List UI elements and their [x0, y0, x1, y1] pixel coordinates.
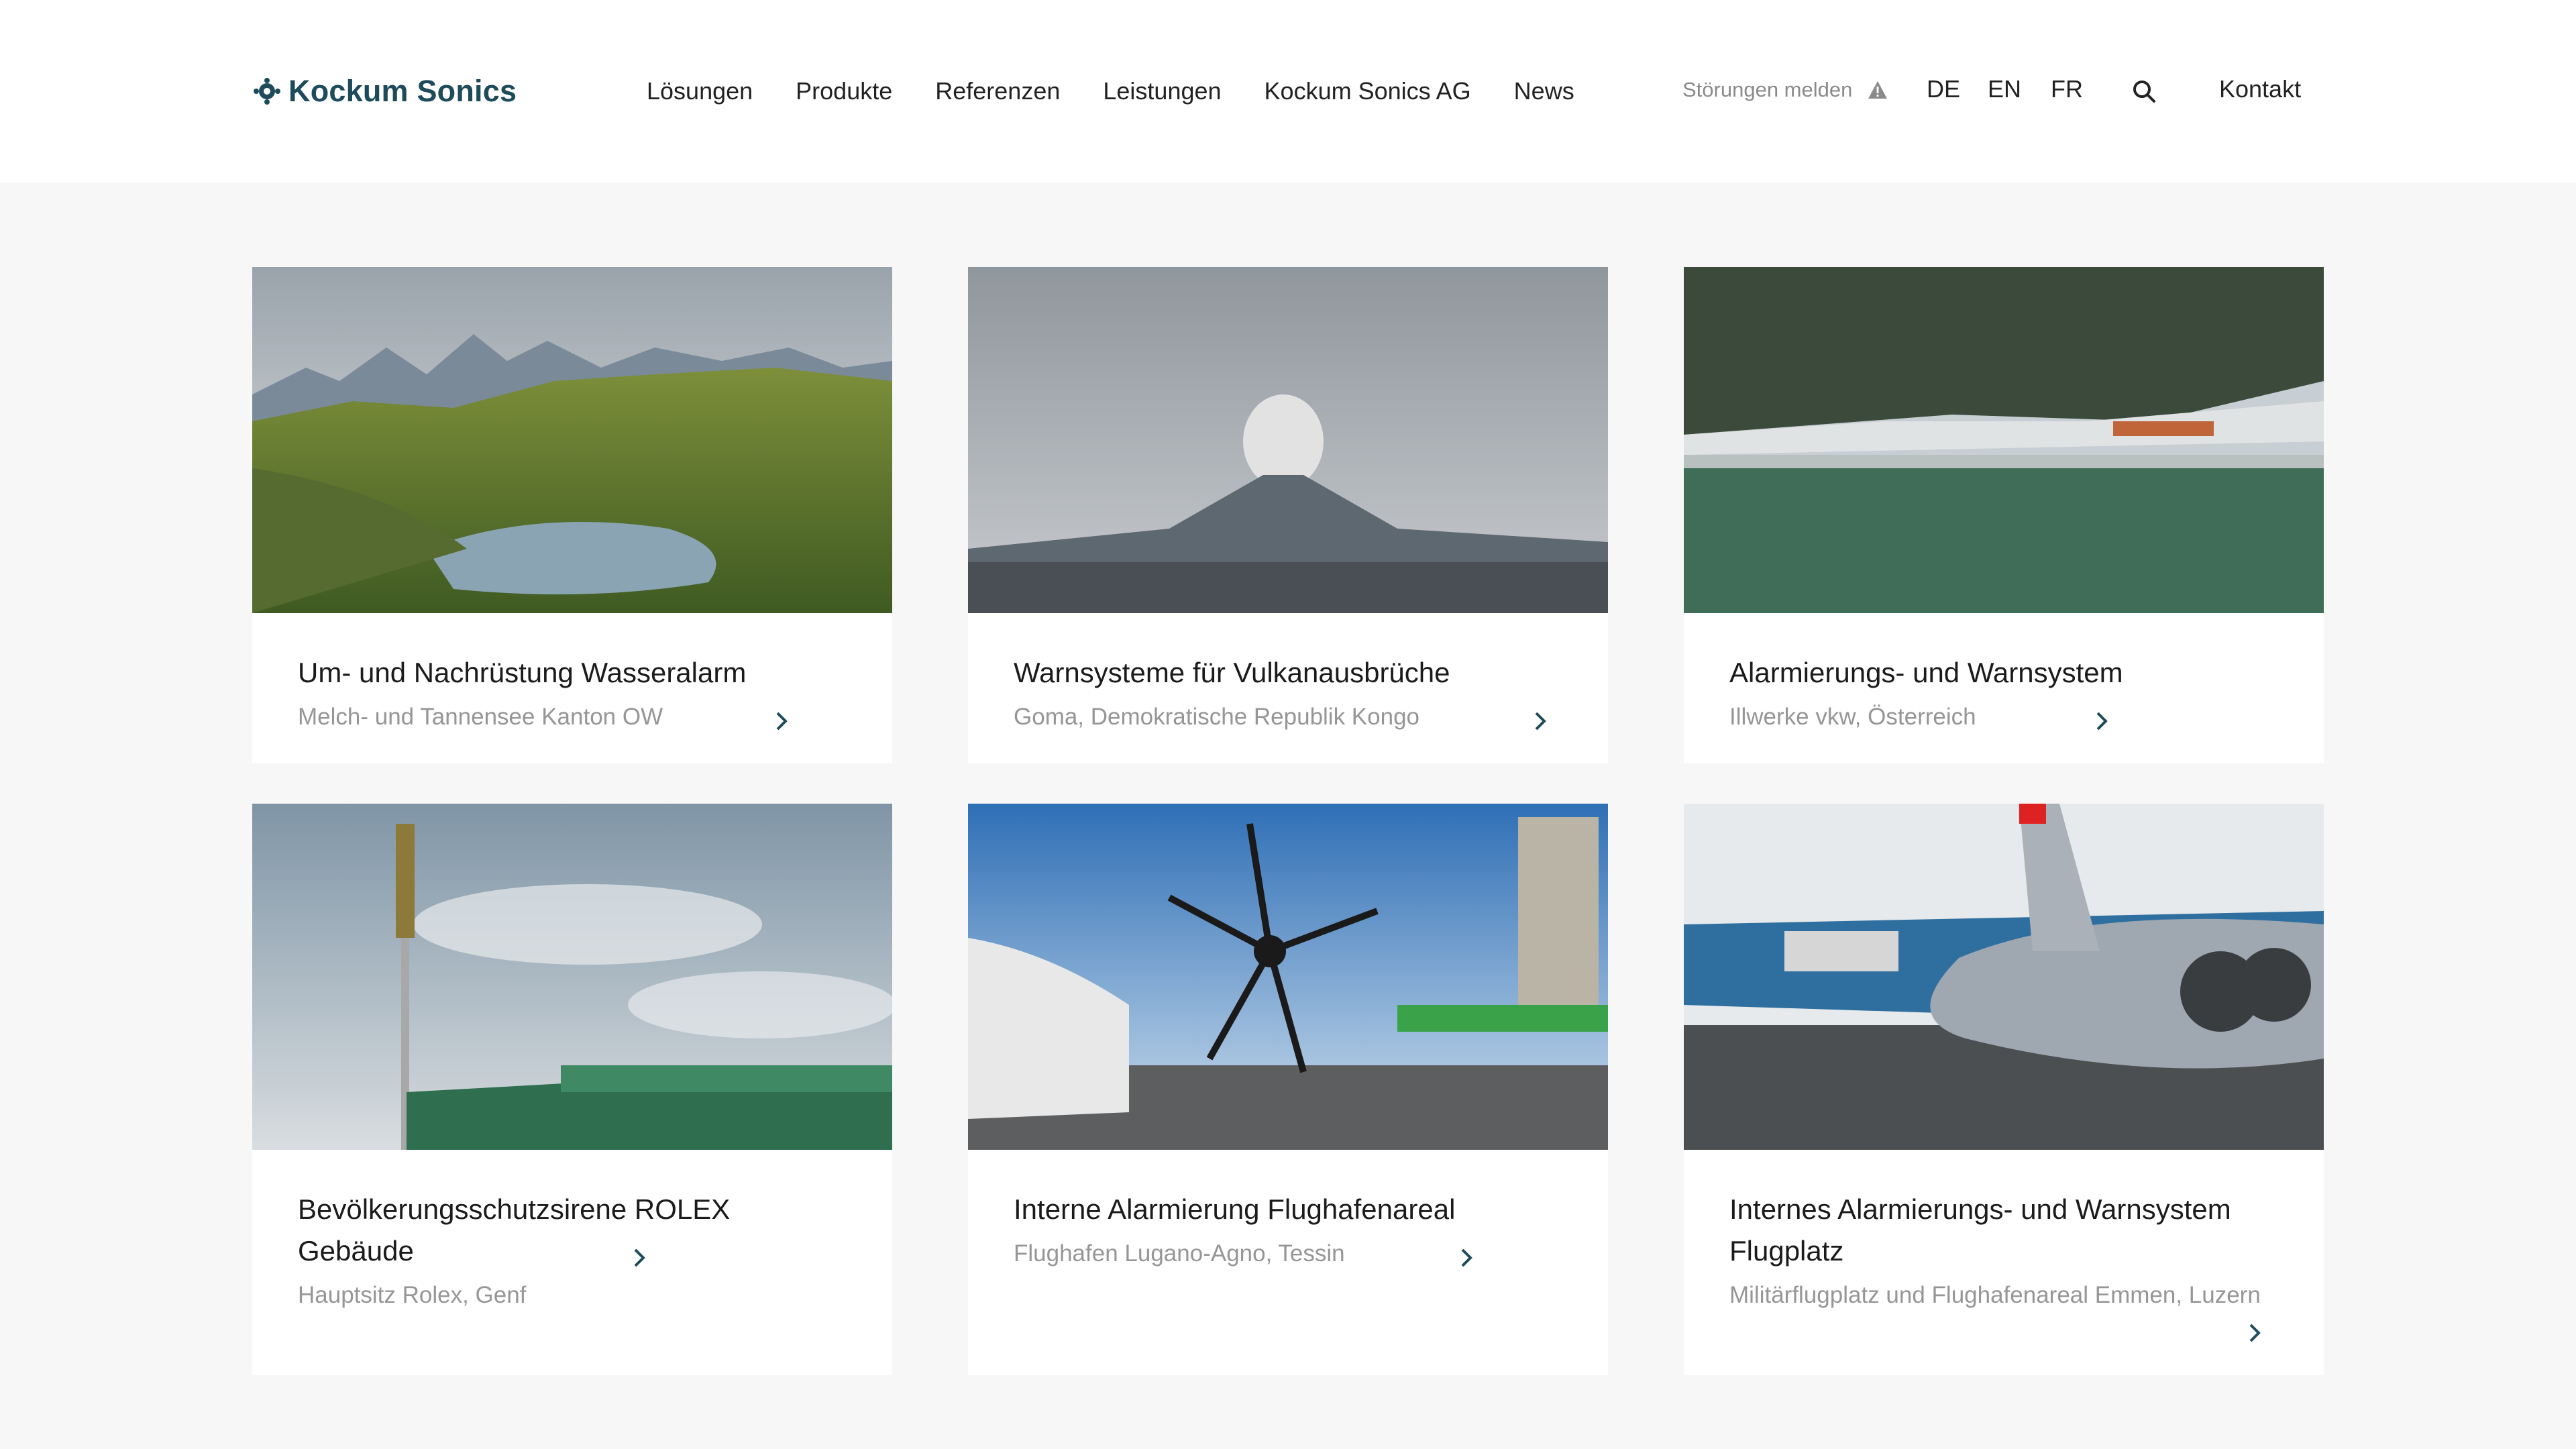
- logo[interactable]: Kockum Sonics: [250, 71, 517, 111]
- card-title: Interne Alarmierung Flughafenareal: [1014, 1193, 1456, 1225]
- reference-card[interactable]: Um- und Nachrüstung Wasseralarm Melch- u…: [252, 267, 892, 763]
- logo-icon: [254, 78, 280, 105]
- reference-card[interactable]: Warnsysteme für Vulkanausbrüche Goma, De…: [968, 267, 1608, 763]
- card-body: Interne Alarmierung Flughafenareal Flugh…: [968, 1150, 1608, 1271]
- chevron-right-icon: [1461, 1248, 1472, 1267]
- card-subtitle: Hauptsitz Rolex, Genf: [298, 1282, 527, 1308]
- card-body: Warnsysteme für Vulkanausbrüche Goma, De…: [968, 613, 1608, 734]
- fighter-jet-photo: [1684, 804, 2324, 1150]
- main-nav: Lösungen Produkte Referenzen Leistungen …: [647, 74, 1617, 109]
- chevron-right-icon: [1535, 712, 1546, 731]
- alpine-lake-photo: [252, 267, 892, 613]
- siren-building-photo: [252, 804, 892, 1150]
- report-fault-label: Störungen melden: [1682, 78, 1853, 101]
- card-body: Alarmierungs- und Warnsystem Illwerke vk…: [1684, 613, 2324, 734]
- nav-item-kockum-sonics-ag[interactable]: Kockum Sonics AG: [1265, 77, 1471, 105]
- reference-card[interactable]: Interne Alarmierung Flughafenareal Flugh…: [968, 804, 1608, 1375]
- card-title: Alarmierungs- und Warnsystem: [1729, 657, 2123, 688]
- reference-card[interactable]: Internes Alarmierungs- und Warnsystem Fl…: [1684, 804, 2324, 1375]
- nav-item-news[interactable]: News: [1514, 77, 1574, 105]
- card-subtitle: Illwerke vkw, Österreich: [1729, 704, 1976, 730]
- nav-item-referenzen[interactable]: Referenzen: [935, 77, 1060, 105]
- contact-link[interactable]: Kontakt: [2219, 75, 2301, 103]
- card-subtitle: Melch- und Tannensee Kanton OW: [298, 704, 663, 730]
- card-body: Internes Alarmierungs- und Warnsystem Fl…: [1684, 1150, 2324, 1312]
- card-subtitle: Militärflugplatz und Flughafenareal Emme…: [1729, 1282, 2261, 1308]
- nav-item-leistungen[interactable]: Leistungen: [1103, 77, 1221, 105]
- volcano-photo: [968, 267, 1608, 613]
- chevron-right-icon: [634, 1248, 645, 1267]
- lang-en[interactable]: EN: [1988, 75, 2021, 103]
- reference-card[interactable]: Bevölkerungsschutzsirene ROLEX Gebäude H…: [252, 804, 892, 1375]
- lang-de[interactable]: DE: [1927, 75, 1960, 103]
- card-title: Bevölkerungsschutzsirene ROLEX Gebäude: [298, 1193, 731, 1267]
- card-title: Um- und Nachrüstung Wasseralarm: [298, 657, 747, 688]
- card-title: Warnsysteme für Vulkanausbrüche: [1014, 657, 1450, 688]
- warning-triangle-icon: [1868, 81, 1888, 99]
- card-body: Um- und Nachrüstung Wasseralarm Melch- u…: [252, 613, 892, 734]
- nav-item-loesungen[interactable]: Lösungen: [647, 77, 753, 105]
- chevron-right-icon: [2096, 712, 2108, 731]
- search-icon[interactable]: [2131, 78, 2157, 105]
- chevron-right-icon: [776, 712, 788, 731]
- chevron-right-icon: [2249, 1324, 2261, 1342]
- card-subtitle: Flughafen Lugano-Agno, Tessin: [1014, 1240, 1345, 1267]
- card-body: Bevölkerungsschutzsirene ROLEX Gebäude H…: [252, 1150, 892, 1312]
- card-subtitle: Goma, Demokratische Republik Kongo: [1014, 704, 1420, 730]
- card-title: Internes Alarmierungs- und Warnsystem Fl…: [1729, 1193, 2231, 1267]
- nav-item-produkte[interactable]: Produkte: [796, 77, 892, 105]
- logo-text: Kockum Sonics: [288, 74, 517, 108]
- propeller-plane-photo: [968, 804, 1608, 1150]
- reservoir-village-photo: [1684, 267, 2324, 613]
- site-header: Kockum Sonics Lösungen Produkte Referenz…: [0, 0, 2576, 182]
- lang-fr[interactable]: FR: [2051, 75, 2083, 103]
- report-fault-link[interactable]: Störungen melden: [1682, 78, 1888, 102]
- reference-card[interactable]: Alarmierungs- und Warnsystem Illwerke vk…: [1684, 267, 2324, 763]
